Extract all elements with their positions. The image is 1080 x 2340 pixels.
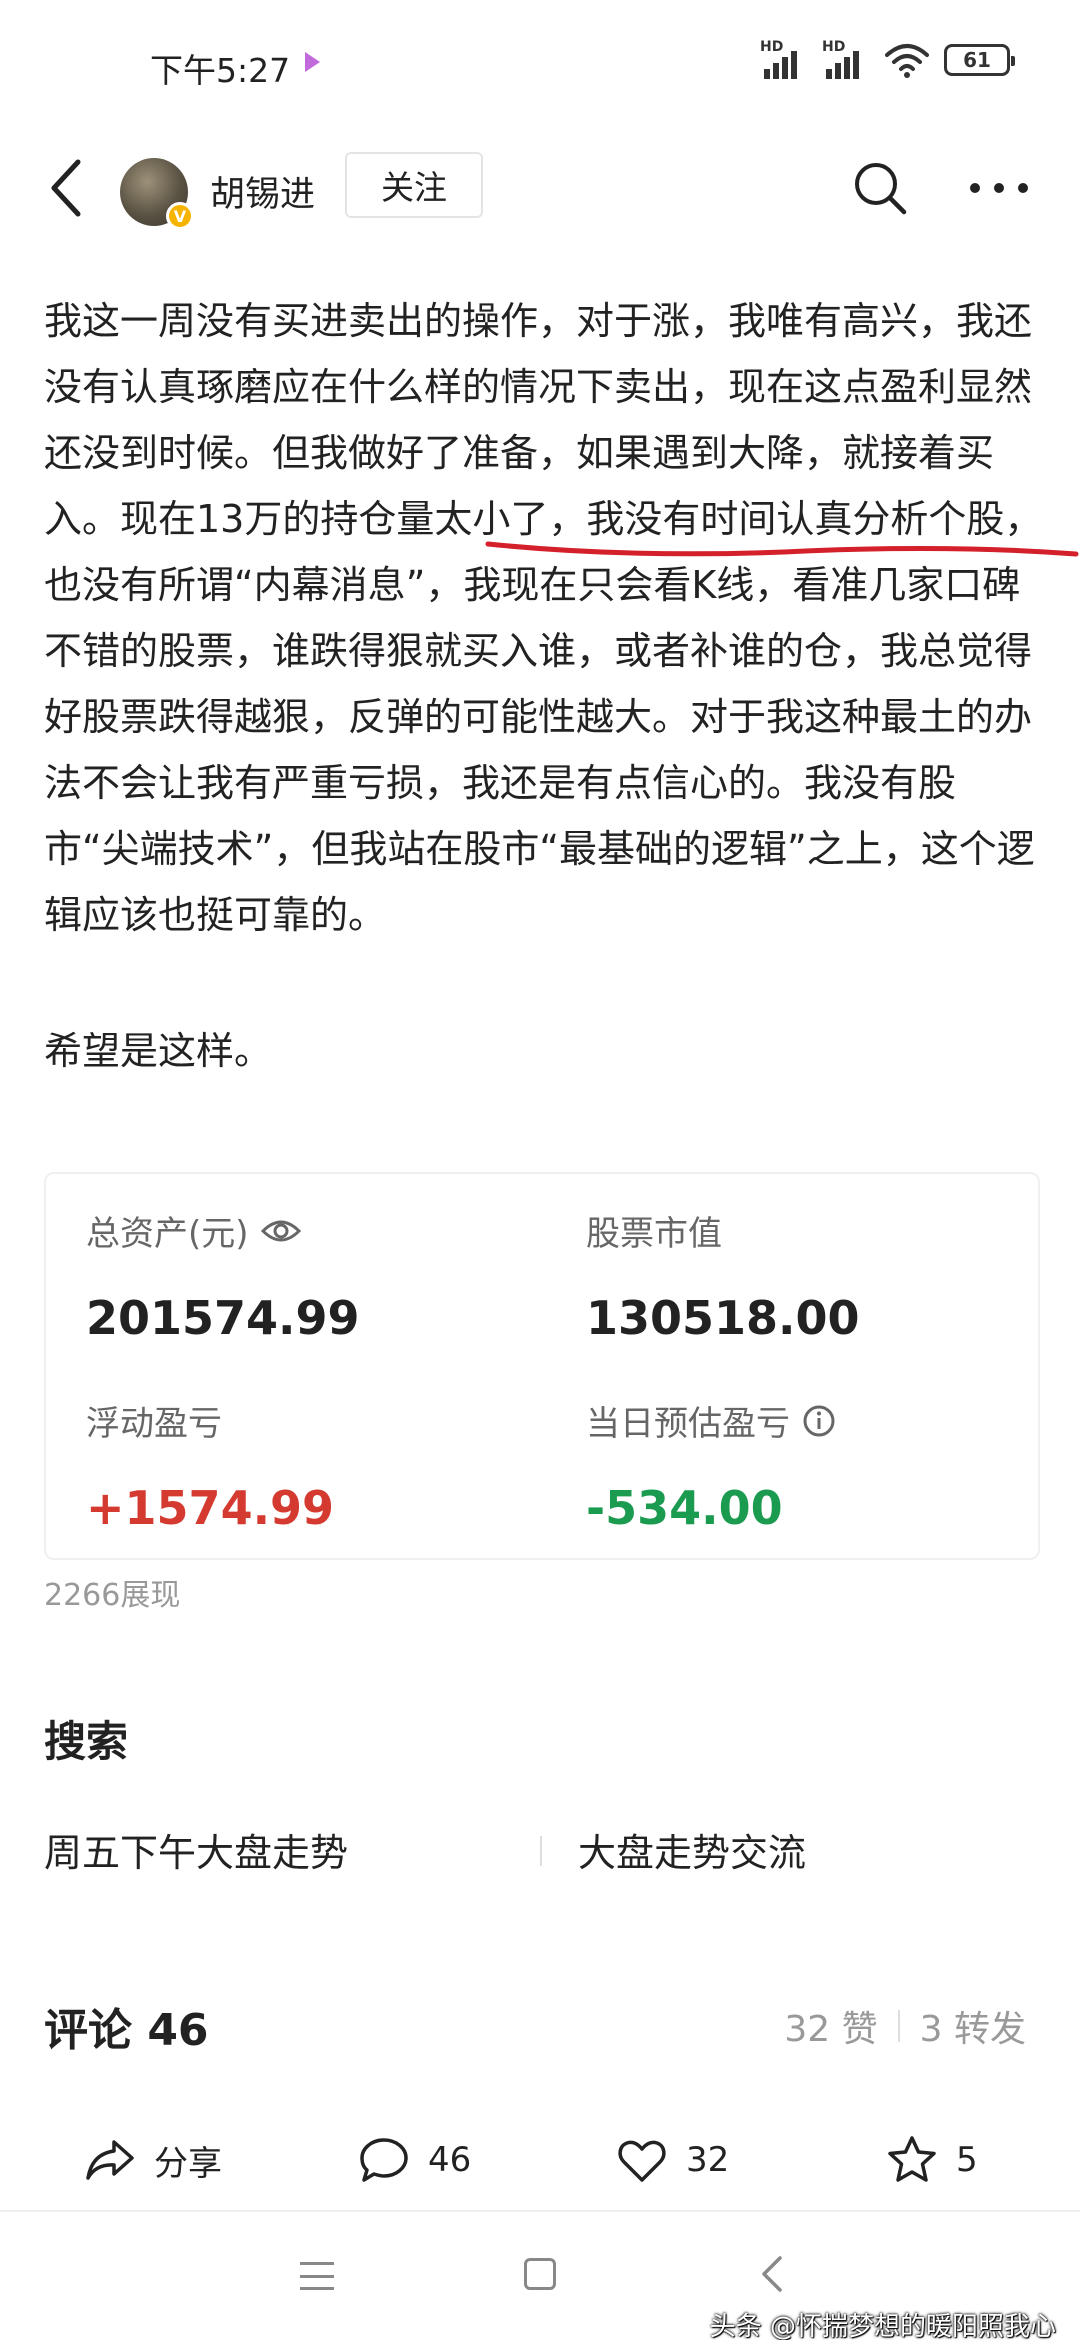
status-icons: HD HD 61 bbox=[760, 39, 1015, 80]
action-bar: 分享 46 32 5 bbox=[0, 2110, 1080, 2210]
market-value: 股票市值 130518.00 bbox=[586, 1206, 860, 1345]
info-icon[interactable] bbox=[802, 1404, 836, 1438]
asset-card[interactable]: 总资产(元) 201574.99 股票市值 130518.00 浮动盈亏 +15… bbox=[44, 1172, 1040, 1560]
market-value-value: 130518.00 bbox=[586, 1291, 860, 1345]
like-count: 32 bbox=[686, 2140, 730, 2180]
status-bar: 下午5:27 HD HD 61 bbox=[0, 0, 1080, 120]
recent-apps-icon[interactable] bbox=[300, 2262, 334, 2290]
divider bbox=[540, 1836, 542, 1866]
home-icon[interactable] bbox=[524, 2258, 556, 2290]
floating-pl-label: 浮动盈亏 bbox=[86, 1404, 222, 1444]
media-play-icon bbox=[305, 52, 320, 72]
article-body: 我这一周没有买进卖出的操作，对于涨，我唯有高兴，我还没有认真琢磨应在什么样的情况… bbox=[44, 288, 1044, 1084]
heart-icon bbox=[618, 2140, 666, 2182]
daily-pl-value: -534.00 bbox=[586, 1481, 783, 1535]
search-suggestions: 周五下午大盘走势 大盘走势交流 bbox=[44, 1822, 1040, 1882]
eye-icon[interactable] bbox=[260, 1217, 301, 1245]
comment-count: 46 bbox=[428, 2140, 472, 2180]
signal-icon: HD bbox=[822, 39, 870, 79]
red-underline-annotation bbox=[485, 541, 1079, 557]
follow-button[interactable]: 关注 bbox=[345, 152, 483, 218]
comments-stats: 32 赞 3 转发 bbox=[784, 2000, 1026, 2052]
like-button[interactable]: 32 bbox=[616, 2110, 729, 2210]
more-options-icon[interactable] bbox=[970, 178, 1030, 198]
like-stat[interactable]: 32 赞 bbox=[784, 2000, 877, 2052]
signal-icon: HD bbox=[760, 39, 808, 79]
back-arrow-icon[interactable] bbox=[44, 156, 88, 220]
repost-stat[interactable]: 3 转发 bbox=[920, 2000, 1026, 2052]
author-avatar[interactable]: V bbox=[120, 158, 194, 230]
star-icon bbox=[888, 2136, 936, 2182]
favorite-count: 5 bbox=[956, 2140, 978, 2180]
article-header: V 胡锡进 关注 bbox=[0, 120, 1080, 280]
watermark: 头条 @怀揣梦想的暖阳照我心 bbox=[709, 2312, 1056, 2340]
status-time: 下午5:27 bbox=[150, 51, 291, 90]
battery-icon: 61 bbox=[944, 44, 1015, 76]
divider bbox=[897, 2010, 900, 2042]
favorite-button[interactable]: 5 bbox=[886, 2110, 978, 2210]
back-icon[interactable] bbox=[760, 2254, 784, 2294]
system-nav-bar: 头条 @怀揣梦想的暖阳照我心 bbox=[0, 2210, 1080, 2340]
share-button[interactable]: 分享 bbox=[84, 2110, 222, 2210]
market-value-label: 股票市值 bbox=[586, 1214, 722, 1254]
comment-button[interactable]: 46 bbox=[358, 2110, 471, 2210]
total-assets-label: 总资产(元) bbox=[86, 1214, 249, 1254]
comment-icon bbox=[360, 2138, 408, 2182]
daily-pl: 当日预估盈亏 -534.00 bbox=[586, 1396, 836, 1535]
verified-badge-icon: V bbox=[166, 202, 194, 230]
search-suggestion-link[interactable]: 周五下午大盘走势 bbox=[44, 1822, 348, 1877]
total-assets: 总资产(元) 201574.99 bbox=[86, 1206, 360, 1345]
wifi-icon bbox=[885, 44, 929, 78]
daily-pl-label: 当日预估盈亏 bbox=[586, 1404, 790, 1444]
search-section-title: 搜索 bbox=[44, 1717, 129, 1766]
total-assets-value: 201574.99 bbox=[86, 1291, 360, 1345]
comments-title: 评论 46 bbox=[44, 2005, 209, 2056]
article-paragraph: 希望是这样。 bbox=[44, 1029, 273, 1073]
share-label: 分享 bbox=[154, 2143, 222, 2184]
floating-pl-value: +1574.99 bbox=[86, 1481, 335, 1535]
author-name[interactable]: 胡锡进 bbox=[210, 166, 315, 217]
floating-pl: 浮动盈亏 +1574.99 bbox=[86, 1396, 334, 1535]
article-paragraph: 我这一周没有买进卖出的操作，对于涨，我唯有高兴，我还没有认真琢磨应在什么样的情况… bbox=[44, 299, 1043, 937]
share-icon bbox=[86, 2140, 134, 2180]
search-suggestion-link[interactable]: 大盘走势交流 bbox=[578, 1822, 806, 1877]
search-icon[interactable] bbox=[852, 160, 908, 216]
view-count: 2266展现 bbox=[44, 1578, 181, 1613]
